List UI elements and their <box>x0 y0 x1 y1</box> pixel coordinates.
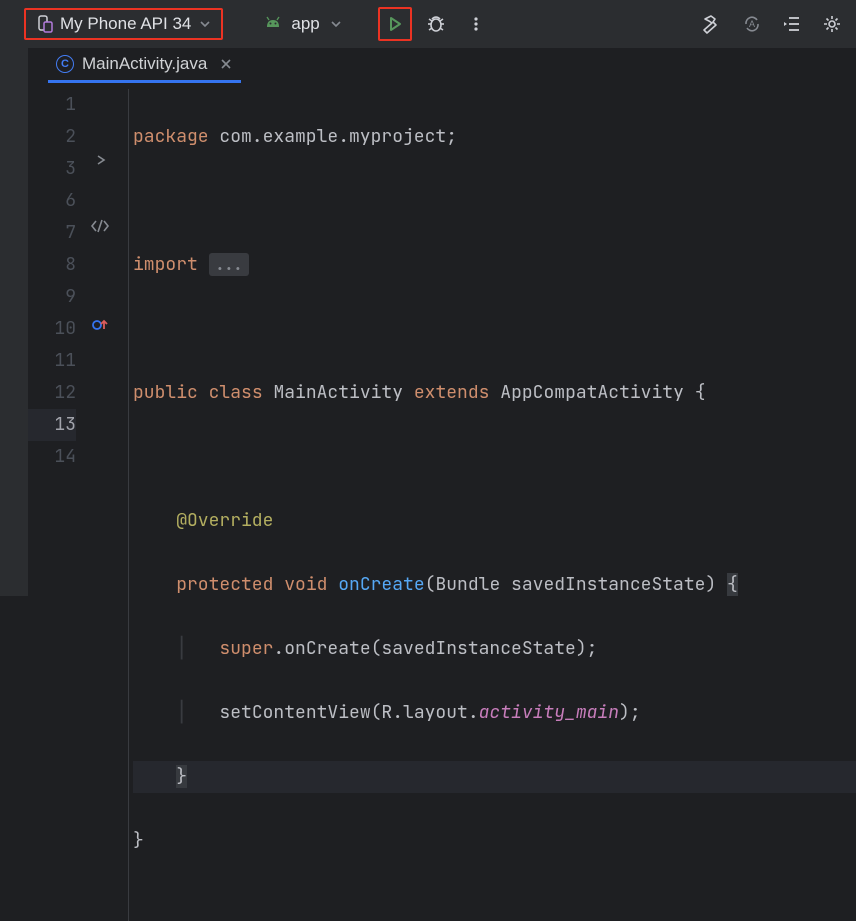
android-icon <box>263 14 283 34</box>
hammer-icon <box>701 13 723 35</box>
debug-button[interactable] <box>420 8 452 40</box>
sync-button[interactable]: A <box>736 8 768 40</box>
svg-text:A: A <box>749 19 755 29</box>
fold-icon[interactable] <box>94 153 108 167</box>
build-button[interactable] <box>696 8 728 40</box>
sync-icon: A <box>741 13 763 35</box>
device-selector[interactable]: My Phone API 34 <box>24 8 223 40</box>
code-editor[interactable]: 1 2 3 6 7 8 9 10 11 12 13 14 <box>28 83 856 921</box>
list-icon <box>781 13 803 35</box>
tab-filename: MainActivity.java <box>82 54 207 74</box>
editor-tab[interactable]: C MainActivity.java <box>48 48 241 83</box>
override-marker-icon[interactable] <box>92 317 108 333</box>
line-number-gutter: 1 2 3 6 7 8 9 10 11 12 13 14 <box>28 89 88 921</box>
settings-button[interactable] <box>816 8 848 40</box>
device-manager-button[interactable] <box>776 8 808 40</box>
main-toolbar: My Phone API 34 app A <box>0 0 856 48</box>
editor-gutter <box>88 89 128 921</box>
run-button[interactable] <box>378 7 412 41</box>
more-actions-button[interactable] <box>460 8 492 40</box>
class-file-icon: C <box>56 55 74 73</box>
bug-icon <box>425 13 447 35</box>
editor-tab-bar: C MainActivity.java <box>28 48 856 83</box>
close-icon <box>219 57 233 71</box>
module-label: app <box>291 14 319 34</box>
device-icon <box>36 15 54 33</box>
chevron-down-icon <box>199 18 211 30</box>
tool-window-bar[interactable] <box>0 48 28 596</box>
gear-icon <box>821 13 843 35</box>
close-tab-button[interactable] <box>219 57 233 71</box>
code-tag-icon[interactable] <box>90 218 110 234</box>
code-content[interactable]: package com.example.myproject; import ..… <box>128 89 856 921</box>
more-vertical-icon <box>467 15 485 33</box>
play-icon <box>386 15 404 33</box>
device-label: My Phone API 34 <box>60 14 191 34</box>
module-selector[interactable]: app <box>255 10 349 38</box>
chevron-down-icon <box>330 18 342 30</box>
